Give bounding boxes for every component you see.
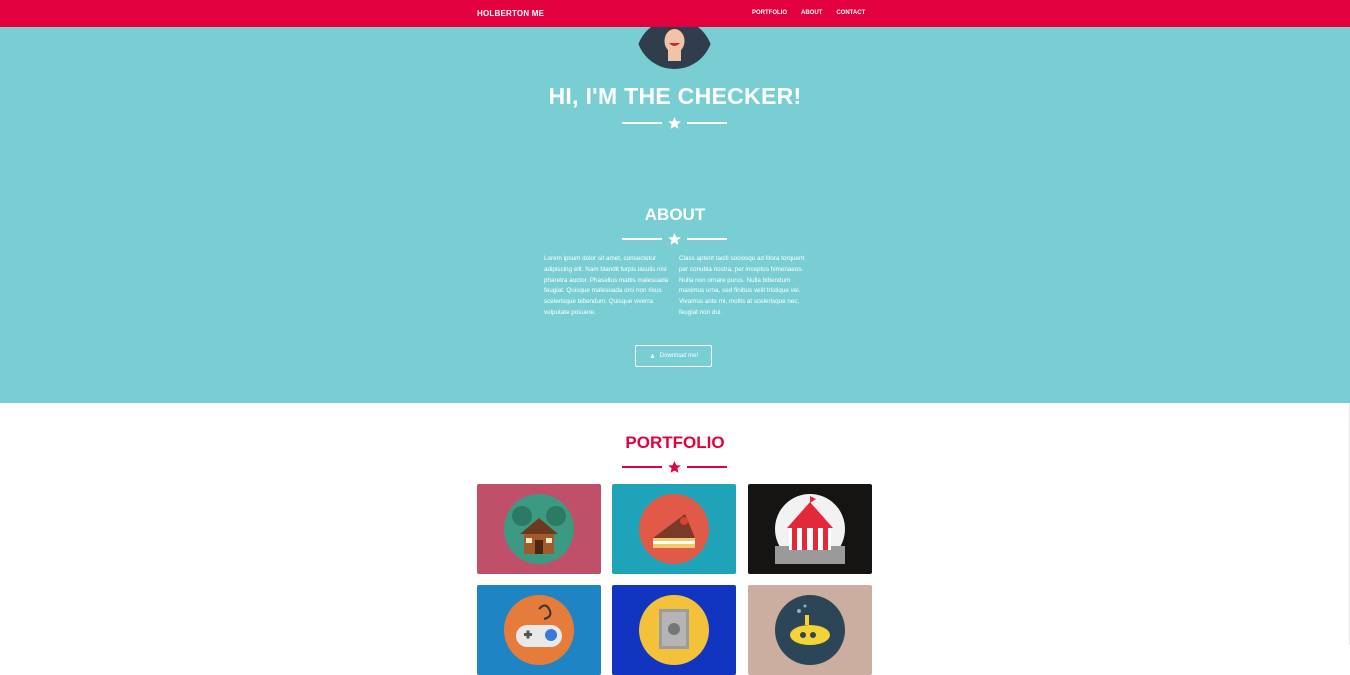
brand-link[interactable]: HOLBERTON ME	[477, 0, 544, 27]
star-icon	[668, 461, 681, 473]
portfolio-title: PORTFOLIO	[625, 433, 725, 452]
portfolio-section: PORTFOLIO	[0, 403, 1350, 675]
download-icon: ▲	[648, 352, 656, 360]
download-button[interactable]: ▲ Download me!	[635, 345, 712, 367]
cake-icon	[639, 494, 709, 564]
portfolio-item-cabin[interactable]	[477, 484, 601, 574]
gamepad-icon	[504, 595, 574, 665]
portfolio-item-game[interactable]	[477, 585, 601, 675]
safe-icon	[639, 595, 709, 665]
circus-icon	[775, 494, 845, 564]
cabin-icon	[504, 494, 574, 564]
star-divider	[622, 233, 727, 245]
about-text-left: Lorem ipsum dolor sit amet, consectetur …	[544, 255, 669, 316]
nav-links: PORTFOLIO ABOUT CONTACT	[752, 0, 865, 27]
about-title: ABOUT	[644, 205, 706, 224]
star-divider	[622, 461, 727, 473]
portfolio-item-circus[interactable]	[748, 484, 872, 574]
portfolio-item-cake[interactable]	[612, 484, 736, 574]
nav-link-portfolio[interactable]: PORTFOLIO	[752, 0, 787, 27]
download-button-label: Download me!	[659, 353, 699, 359]
nav-link-contact[interactable]: CONTACT	[836, 0, 865, 27]
top-navbar: HOLBERTON ME PORTFOLIO ABOUT CONTACT	[0, 0, 1350, 27]
star-icon	[668, 233, 681, 245]
portfolio-item-submarine[interactable]	[748, 585, 872, 675]
star-divider	[622, 117, 727, 129]
hero-title: HI, I'M THE CHECKER!	[548, 83, 802, 109]
about-text-right: Class aptent taciti sociosqu ad litora t…	[679, 255, 805, 316]
hero-section: HI, I'M THE CHECKER! ABOUT Lorem ipsum d…	[0, 19, 1350, 403]
nav-link-about[interactable]: ABOUT	[801, 0, 822, 27]
star-icon	[668, 117, 681, 129]
submarine-icon	[775, 595, 845, 665]
portfolio-item-safe[interactable]	[612, 585, 736, 675]
